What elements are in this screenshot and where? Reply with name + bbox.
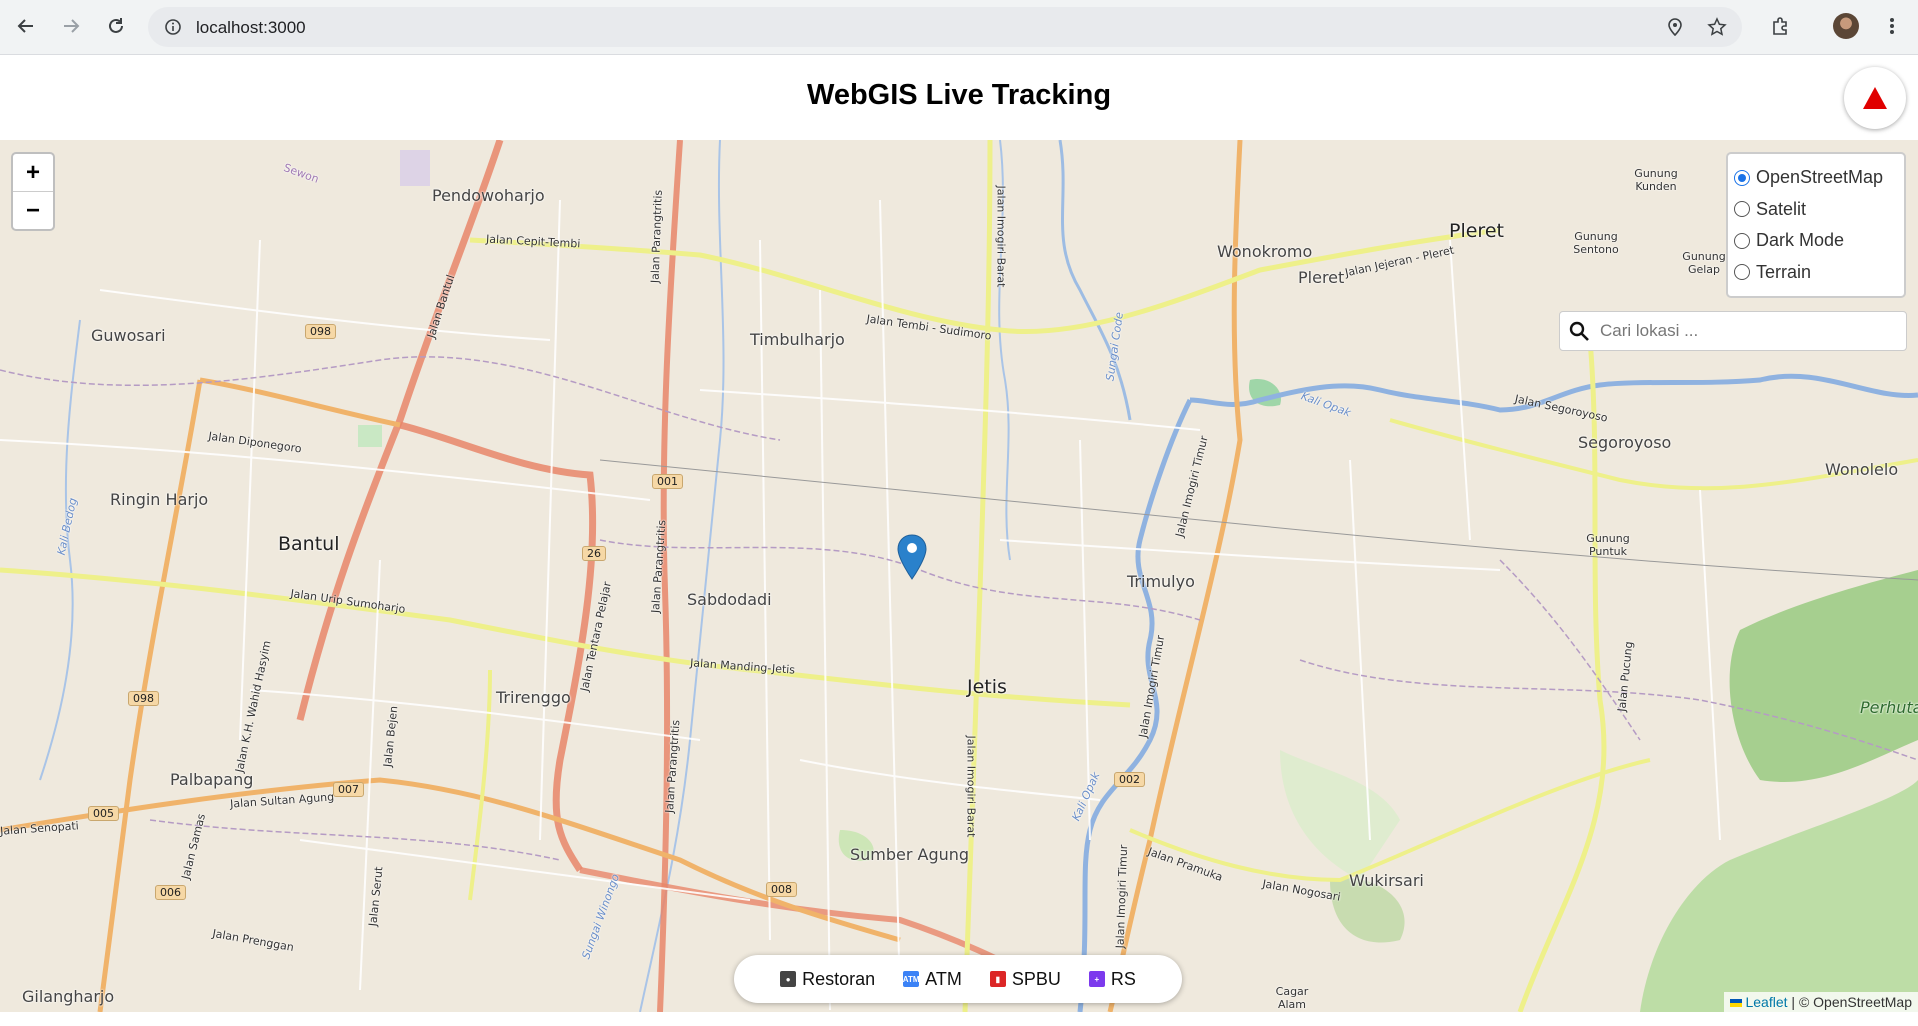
layer-option-satelit[interactable]: Satelit [1734, 194, 1898, 226]
map-container[interactable]: Pendowoharjo Guwosari Timbulharjo Wonokr… [0, 140, 1918, 1012]
location-search[interactable] [1559, 311, 1907, 351]
layer-label: Terrain [1756, 261, 1812, 282]
menu-icon[interactable] [1878, 12, 1906, 40]
zoom-in-button[interactable]: + [13, 154, 53, 191]
radio-button[interactable] [1734, 201, 1750, 218]
road-shield: 001 [652, 474, 683, 489]
poi-button-rs[interactable]: + RS [1075, 969, 1150, 990]
place-label: Trimulyo [1127, 572, 1195, 591]
page-title: WebGIS Live Tracking [806, 79, 1112, 111]
radio-button[interactable] [1734, 232, 1750, 249]
attribution-text: | © OpenStreetMap [1791, 994, 1912, 1010]
place-label: Segoroyoso [1578, 433, 1672, 452]
place-label: Wonokromo [1217, 242, 1313, 261]
browser-toolbar: localhost:3000 [0, 0, 1918, 55]
road-label: Jalan Imogiri Barat [994, 185, 1008, 288]
place-label: Perhutani [1860, 698, 1918, 717]
place-label: Jetis [967, 676, 1007, 698]
poi-button-atm[interactable]: ATM ATM [889, 969, 976, 990]
poi-filter-bar: ● Restoran ATM ATM ▮ SPBU + RS [734, 955, 1182, 1003]
extensions-icon[interactable] [1766, 12, 1794, 40]
hospital-icon: + [1088, 971, 1105, 987]
place-label: Pendowoharjo [432, 186, 545, 205]
place-label: Gunung Sentono [1573, 230, 1619, 256]
leaflet-link[interactable]: Leaflet [1745, 994, 1787, 1010]
zoom-control: + − [11, 152, 55, 231]
star-icon[interactable] [1706, 16, 1728, 38]
map-attribution: Leaflet | © OpenStreetMap [1724, 992, 1918, 1012]
poi-label: RS [1110, 968, 1136, 989]
north-arrow-button[interactable] [1844, 67, 1906, 129]
layer-label: OpenStreetMap [1756, 167, 1884, 188]
place-label: Guwosari [91, 326, 166, 345]
back-icon[interactable] [12, 12, 40, 40]
road-label: Jalan Imogiri Barat [964, 735, 978, 838]
place-label: Wonolelo [1825, 460, 1899, 479]
place-label: Gunung Kunden [1634, 167, 1678, 193]
poi-button-spbu[interactable]: ▮ SPBU [976, 969, 1075, 990]
road-shield: 002 [1114, 772, 1145, 787]
road-shield: 098 [305, 324, 336, 339]
map-tiles [0, 140, 1918, 1012]
avatar[interactable] [1832, 12, 1860, 40]
place-label: Pleret [1298, 268, 1345, 287]
place-label: Sabdodadi [687, 590, 772, 609]
url-text[interactable]: localhost:3000 [196, 18, 306, 38]
forward-icon[interactable] [57, 12, 85, 40]
north-arrow-icon [1863, 87, 1887, 109]
poi-button-restoran[interactable]: ● Restoran [766, 969, 889, 990]
page-header: WebGIS Live Tracking [0, 55, 1918, 140]
place-label: Bantul [278, 533, 340, 555]
reload-icon[interactable] [102, 12, 130, 40]
location-marker[interactable] [895, 533, 929, 583]
restaurant-icon: ● [780, 971, 797, 987]
zoom-out-button[interactable]: − [13, 191, 53, 229]
road-shield: 008 [766, 882, 797, 897]
layer-label: Dark Mode [1756, 230, 1845, 251]
layer-option-terrain[interactable]: Terrain [1734, 257, 1898, 289]
map-pin-icon [897, 534, 927, 580]
road-shield: 007 [333, 782, 364, 797]
address-bar[interactable]: localhost:3000 [148, 7, 1742, 47]
place-label: Timbulharjo [750, 330, 845, 349]
road-shield: 006 [155, 885, 186, 900]
page-bottom [0, 1012, 1918, 1026]
place-label: Gunung Puntuk [1586, 532, 1630, 558]
poi-label: SPBU [1011, 968, 1061, 989]
layer-option-openstreetmap[interactable]: OpenStreetMap [1734, 162, 1898, 194]
layer-label: Satelit [1756, 198, 1807, 219]
radio-button[interactable] [1734, 169, 1750, 186]
search-input[interactable] [1598, 320, 1906, 342]
place-label: Palbapang [170, 770, 254, 789]
site-info-icon[interactable] [162, 16, 184, 38]
place-label: Cagar Alam Imogiri [1273, 985, 1311, 1012]
poi-label: Restoran [802, 968, 876, 989]
atm-icon: ATM [903, 971, 920, 987]
road-shield: 005 [88, 806, 119, 821]
layer-switcher: OpenStreetMap Satelit Dark Mode Terrain [1726, 152, 1906, 298]
place-label: Gunung Gelap [1682, 250, 1726, 276]
place-label: Pleret [1449, 220, 1504, 242]
place-label: Wukirsari [1349, 871, 1424, 890]
road-shield: 098 [128, 691, 159, 706]
place-label: Gilangharjo [22, 987, 115, 1006]
place-label: Trirenggo [496, 688, 571, 707]
layer-option-dark-mode[interactable]: Dark Mode [1734, 225, 1898, 257]
search-icon[interactable] [1560, 312, 1598, 350]
radio-button[interactable] [1734, 264, 1750, 281]
place-label: Sumber Agung [850, 845, 970, 864]
fuel-icon: ▮ [989, 971, 1006, 987]
location-icon[interactable] [1664, 16, 1686, 38]
poi-label: ATM [925, 968, 962, 989]
place-label: Ringin Harjo [110, 490, 209, 509]
road-shield: 26 [582, 546, 606, 561]
ukraine-flag-icon [1730, 999, 1743, 1007]
